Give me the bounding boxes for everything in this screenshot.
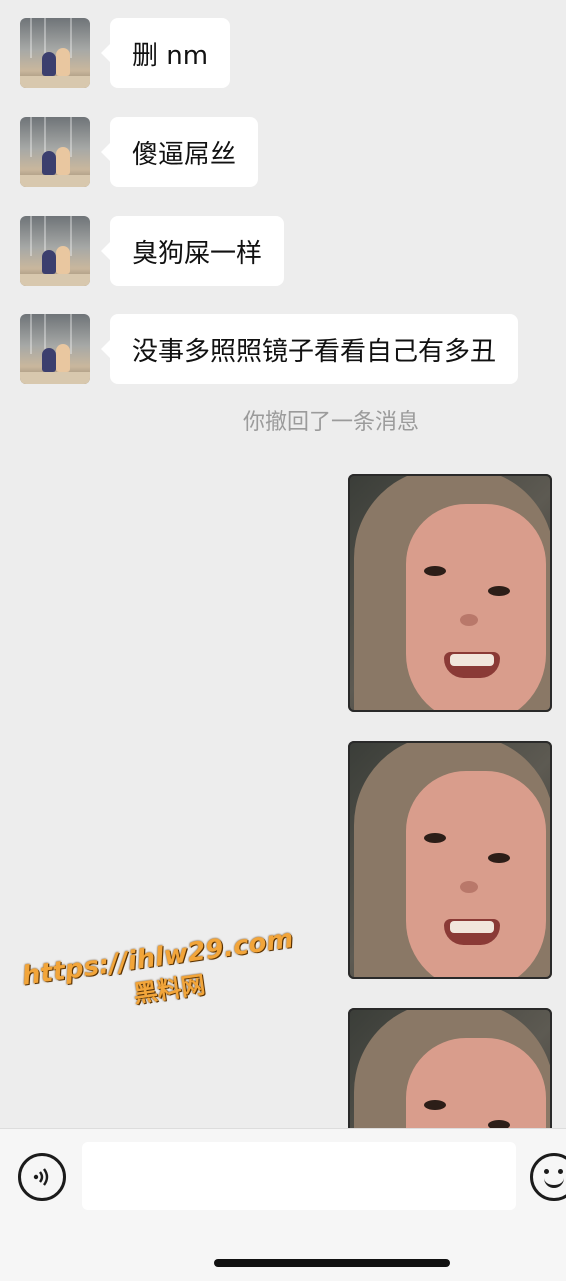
message-bubble[interactable]: 没事多照照镜子看看自己有多丑: [100, 314, 519, 384]
emoji-icon[interactable]: [530, 1153, 566, 1201]
contact-avatar[interactable]: [20, 117, 90, 187]
chat-area: 删 nm 傻逼屌丝 臭狗屎一样 没事多照照镜子看看自己有多丑 你撤回了一条消息: [0, 0, 566, 1128]
contact-avatar[interactable]: [20, 314, 90, 384]
recall-notice: 你撤回了一条消息: [0, 404, 566, 436]
watermark: https://ihlw29.com 黑料网: [20, 920, 326, 1024]
message-row: 没事多照照镜子看看自己有多丑: [20, 314, 519, 384]
sent-photo[interactable]: [348, 474, 552, 712]
message-bubble[interactable]: 删 nm: [100, 18, 231, 88]
voice-icon[interactable]: [18, 1153, 66, 1201]
message-row: 删 nm: [20, 18, 231, 88]
message-row: 臭狗屎一样: [20, 216, 285, 286]
message-row: 傻逼屌丝: [20, 117, 259, 187]
home-indicator: [214, 1259, 450, 1267]
message-input[interactable]: [82, 1142, 516, 1210]
sent-photo[interactable]: [348, 1008, 552, 1128]
sent-photo[interactable]: [348, 741, 552, 979]
message-bubble[interactable]: 臭狗屎一样: [100, 216, 285, 286]
message-bubble[interactable]: 傻逼屌丝: [100, 117, 259, 187]
contact-avatar[interactable]: [20, 18, 90, 88]
recall-notice-text: 你撤回了一条消息: [242, 410, 419, 435]
contact-avatar[interactable]: [20, 216, 90, 286]
input-bar: [0, 1128, 566, 1281]
